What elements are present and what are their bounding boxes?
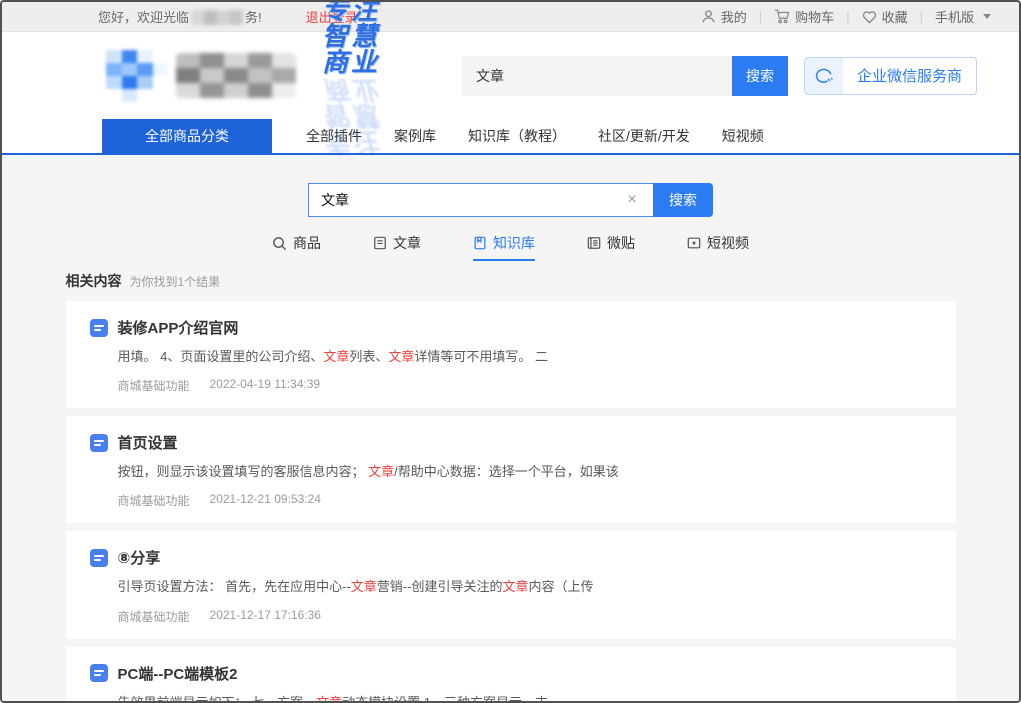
heart-icon: [862, 10, 877, 24]
result-snippet: 用填。 4、页面设置里的公司介绍、文章列表、文章详情等可不用填写。 二: [118, 348, 932, 366]
logo-slogan: 专注智慧商业: [322, 0, 406, 75]
document-icon: [90, 664, 108, 682]
user-icon: [701, 9, 716, 24]
result-snippet: 按钮，则显示该设置填写的客服信息内容； 文章/帮助中心数据：选择一个平台，如果该: [118, 463, 932, 481]
logo-mark-pixelated: [106, 50, 168, 102]
browser-window: 您好，欢迎光临务! 退出登录 我的 | 购物车 | 收藏 | 手机版: [0, 0, 1021, 703]
separator: |: [759, 9, 762, 24]
post-list-icon: [587, 236, 601, 250]
tab-videos-label: 短视频: [707, 233, 749, 253]
result-card[interactable]: 装修APP介绍官网 用填。 4、页面设置里的公司介绍、文章列表、文章详情等可不用…: [66, 301, 956, 408]
results-list: 装修APP介绍官网 用填。 4、页面设置里的公司介绍、文章列表、文章详情等可不用…: [66, 301, 956, 701]
results-search: × 搜索: [2, 183, 1019, 217]
cart-icon: [774, 9, 790, 24]
results-search-button[interactable]: 搜索: [653, 183, 713, 217]
result-title-row[interactable]: 装修APP介绍官网: [90, 317, 932, 338]
logo-slogan-reflection: 专注智慧商业: [322, 77, 406, 155]
favorites-link[interactable]: 收藏: [862, 7, 908, 26]
result-snippet: 引导页设置方法： 首先，先在应用中心--文章营销--创建引导关注的文章内容（上传: [118, 578, 932, 596]
nav-item-knowledge[interactable]: 知识库（教程）: [468, 126, 566, 146]
result-category: 商城基础功能: [118, 608, 190, 625]
mobile-version-label: 手机版: [935, 7, 974, 26]
result-card[interactable]: 首页设置 按钮，则显示该设置填写的客服信息内容； 文章/帮助中心数据：选择一个平…: [66, 416, 956, 523]
main-content: × 搜索 商品 文章 知识库 微贴 短视频: [2, 155, 1019, 701]
my-account-label: 我的: [721, 7, 747, 26]
result-category: 商城基础功能: [118, 377, 190, 394]
tab-videos[interactable]: 短视频: [687, 233, 749, 261]
header-search-input[interactable]: [462, 56, 732, 96]
search-icon: [272, 236, 287, 251]
results-title: 相关内容: [66, 271, 122, 291]
result-category: 商城基础功能: [118, 492, 190, 509]
logo-text-pixelated: [176, 53, 296, 99]
tab-articles-label: 文章: [393, 233, 421, 253]
wechat-work-button[interactable]: 企业微信服务商: [804, 57, 977, 95]
tab-products[interactable]: 商品: [272, 233, 321, 261]
video-icon: [687, 236, 701, 250]
result-snippet: 告效果前端显示如下： 七、方案、文章动态模块设置 1、三种方案显示，支: [118, 694, 932, 701]
result-meta: 商城基础功能 2022-04-19 11:34:39: [118, 377, 932, 394]
censored-username: [191, 10, 243, 25]
document-icon: [90, 549, 108, 567]
result-title: 首页设置: [118, 432, 178, 453]
result-title-row[interactable]: PC端--PC端模板2: [90, 663, 932, 684]
header-search-button[interactable]: 搜索: [732, 56, 788, 96]
mobile-version-link[interactable]: 手机版: [935, 7, 991, 26]
result-meta: 商城基础功能 2021-12-21 09:53:24: [118, 492, 932, 509]
separator: |: [846, 9, 849, 24]
all-categories-button[interactable]: 全部商品分类: [102, 119, 272, 153]
cart-link[interactable]: 购物车: [774, 7, 834, 26]
result-title: ⑧分享: [118, 547, 161, 568]
result-title-row[interactable]: ⑧分享: [90, 547, 932, 568]
result-date: 2021-12-21 09:53:24: [210, 492, 321, 509]
result-date: 2021-12-17 17:16:36: [210, 608, 321, 625]
result-card[interactable]: PC端--PC端模板2 告效果前端显示如下： 七、方案、文章动态模块设置 1、三…: [66, 647, 956, 701]
wechat-work-label: 企业微信服务商: [843, 65, 976, 86]
result-type-tabs: 商品 文章 知识库 微贴 短视频: [2, 233, 1019, 261]
tab-products-label: 商品: [293, 233, 321, 253]
site-header: 专注智慧商业 专注智慧商业 搜索 企业微信服务商: [2, 32, 1019, 119]
result-date: 2022-04-19 11:34:39: [210, 377, 321, 394]
favorites-label: 收藏: [882, 7, 908, 26]
tab-posts-label: 微贴: [607, 233, 635, 253]
nav-item-community[interactable]: 社区/更新/开发: [598, 126, 690, 146]
tab-articles[interactable]: 文章: [373, 233, 421, 261]
header-search: 搜索: [462, 56, 788, 96]
result-title-row[interactable]: 首页设置: [90, 432, 932, 453]
clear-search-icon[interactable]: ×: [623, 191, 641, 209]
result-title: 装修APP介绍官网: [118, 317, 239, 338]
cart-label: 购物车: [795, 7, 834, 26]
tab-knowledge[interactable]: 知识库: [473, 233, 535, 261]
results-search-input[interactable]: [308, 183, 653, 217]
document-icon: [90, 434, 108, 452]
nav-item-videos[interactable]: 短视频: [722, 126, 764, 146]
separator: |: [920, 9, 923, 24]
wechat-bubble-icon: [805, 57, 843, 95]
result-title: PC端--PC端模板2: [118, 663, 238, 684]
result-meta: 商城基础功能 2021-12-17 17:16:36: [118, 608, 932, 625]
logo-slogan-wrap: 专注智慧商业 专注智慧商业: [322, 0, 406, 155]
logo-censored: [106, 50, 296, 102]
tab-posts[interactable]: 微贴: [587, 233, 635, 261]
my-account-link[interactable]: 我的: [701, 7, 747, 26]
tab-knowledge-label: 知识库: [493, 233, 535, 253]
article-icon: [373, 236, 387, 250]
document-icon: [90, 319, 108, 337]
result-card[interactable]: ⑧分享 引导页设置方法： 首先，先在应用中心--文章营销--创建引导关注的文章内…: [66, 531, 956, 638]
results-header: 相关内容 为你找到1个结果: [66, 271, 956, 291]
chevron-down-icon: [983, 14, 991, 19]
main-nav: 全部商品分类 全部插件 案例库 知识库（教程） 社区/更新/开发 短视频: [2, 119, 1019, 155]
results-count: 为你找到1个结果: [130, 273, 221, 290]
knowledge-book-icon: [473, 236, 487, 250]
